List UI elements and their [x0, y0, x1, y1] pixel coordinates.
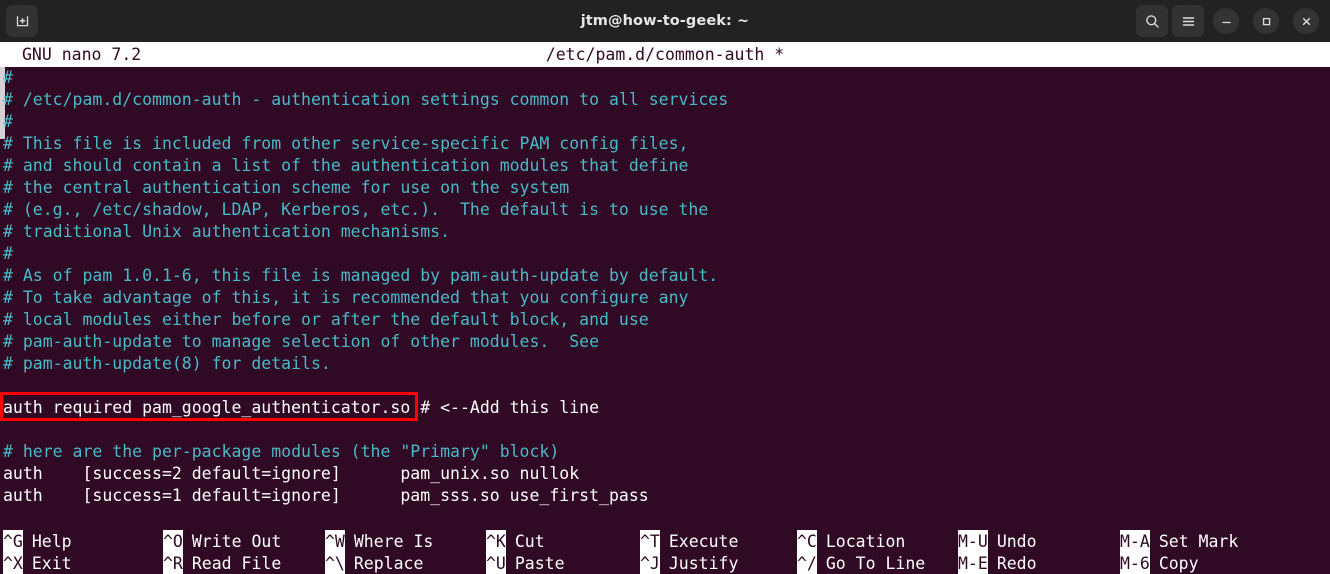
code-line: # (e.g., /etc/shadow, LDAP, Kerberos, et…	[3, 199, 708, 221]
code-line: #	[3, 243, 13, 265]
shortcut-label: Where Is	[353, 532, 434, 551]
code-line: #	[3, 67, 13, 89]
code-line: # /etc/pam.d/common-auth - authenticatio…	[3, 89, 728, 111]
shortcut-help[interactable]: ^G Help	[3, 530, 72, 553]
comment-text: # pam-auth-update to manage selection of…	[3, 332, 600, 351]
code-line: # pam-auth-update(8) for details.	[3, 353, 331, 375]
config-text: auth [success=1 default=ignore] pam_sss.…	[3, 486, 649, 505]
hamburger-menu-icon[interactable]	[1172, 5, 1204, 37]
shortcut-label: Execute	[668, 532, 739, 551]
shortcut-label: Copy	[1158, 554, 1199, 573]
code-line: #	[3, 111, 13, 133]
titlebar-left-controls	[6, 5, 38, 37]
shortcut-go-to-line[interactable]: ^/ Go To Line	[797, 552, 925, 574]
shortcut-label: Exit	[31, 554, 72, 573]
shortcut-key: M-6	[1120, 552, 1150, 574]
close-icon[interactable]	[1293, 8, 1319, 34]
page-title: jtm@how-to-geek: ~	[580, 13, 750, 29]
shortcut-label: Undo	[996, 532, 1037, 551]
nano-header-bar: GNU nano 7.2 /etc/pam.d/common-auth *	[0, 42, 1330, 67]
new-tab-icon[interactable]	[6, 5, 38, 37]
comment-text: # /etc/pam.d/common-auth - authenticatio…	[3, 90, 729, 109]
code-line: # This file is included from other servi…	[3, 133, 688, 155]
code-line: auth [success=1 default=ignore] pam_sss.…	[3, 485, 649, 507]
shortcut-replace[interactable]: ^\ Replace	[325, 552, 423, 574]
code-line: auth [success=2 default=ignore] pam_unix…	[3, 463, 579, 485]
shortcut-label: Redo	[996, 554, 1037, 573]
comment-text: # here are the per-package modules (the …	[3, 442, 560, 461]
code-line: # pam-auth-update to manage selection of…	[3, 331, 599, 353]
comment-text: # (e.g., /etc/shadow, LDAP, Kerberos, et…	[3, 200, 709, 219]
shortcut-redo[interactable]: M-E Redo	[958, 552, 1037, 574]
shortcut-label: Set Mark	[1158, 532, 1239, 551]
comment-text: #	[3, 68, 13, 87]
maximize-icon[interactable]	[1253, 8, 1279, 34]
comment-text: #	[3, 112, 13, 131]
nano-shortcut-bar: ^G Help ^O Write Out ^W Where Is ^K Cut ^T Execut…	[0, 522, 1330, 574]
shortcut-key: M-U	[958, 530, 988, 553]
shortcut-key: ^X	[3, 552, 23, 574]
shortcut-paste[interactable]: ^U Paste	[486, 552, 565, 574]
shortcut-label: Justify	[668, 554, 739, 573]
shortcut-location[interactable]: ^C Location	[797, 530, 905, 553]
code-line: # local modules either before or after t…	[3, 309, 649, 331]
terminal-window: jtm@how-to-geek: ~ GNU nano 7.2 /etc/pam…	[0, 0, 1330, 574]
shortcut-label: Location	[825, 532, 906, 551]
shortcut-where-is[interactable]: ^W Where Is	[325, 530, 433, 553]
nano-filename-label: /etc/pam.d/common-auth *	[545, 45, 785, 64]
shortcut-label: Help	[31, 532, 72, 551]
shortcut-key: ^O	[163, 530, 183, 553]
comment-text: # As of pam 1.0.1-6, this file is manage…	[3, 266, 719, 285]
shortcut-key: ^/	[797, 552, 817, 574]
shortcut-key: ^K	[486, 530, 506, 553]
shortcut-cut[interactable]: ^K Cut	[486, 530, 545, 553]
shortcut-key: ^J	[640, 552, 660, 574]
comment-text: # and should contain a list of the authe…	[3, 156, 689, 175]
shortcut-label: Paste	[514, 554, 565, 573]
shortcut-label: Replace	[353, 554, 424, 573]
code-line: # As of pam 1.0.1-6, this file is manage…	[3, 265, 718, 287]
comment-text: # traditional Unix authentication mechan…	[3, 222, 451, 241]
config-text: auth required pam_google_authenticator.s…	[3, 398, 600, 417]
shortcut-label: Read File	[191, 554, 282, 573]
shortcut-key: ^T	[640, 530, 660, 553]
code-line: # and should contain a list of the authe…	[3, 155, 688, 177]
shortcut-key: M-E	[958, 552, 988, 574]
window-titlebar: jtm@how-to-geek: ~	[0, 0, 1330, 42]
shortcut-key: M-A	[1120, 530, 1150, 553]
code-line: auth required pam_google_authenticator.s…	[3, 397, 599, 419]
code-line: # here are the per-package modules (the …	[3, 441, 559, 463]
titlebar-right-controls	[1136, 5, 1324, 37]
minimize-icon[interactable]	[1213, 8, 1239, 34]
shortcut-key: ^W	[325, 530, 345, 553]
comment-text: # To take advantage of this, it is recom…	[3, 288, 689, 307]
code-line: # traditional Unix authentication mechan…	[3, 221, 450, 243]
shortcut-label: Write Out	[191, 532, 282, 551]
comment-text: # This file is included from other servi…	[3, 134, 689, 153]
shortcut-key: ^R	[163, 552, 183, 574]
comment-text: #	[3, 244, 13, 263]
shortcut-key: ^C	[797, 530, 817, 553]
shortcut-key: ^G	[3, 530, 23, 553]
shortcut-key: ^\	[325, 552, 345, 574]
shortcut-copy[interactable]: M-6 Copy	[1120, 552, 1199, 574]
code-line: # To take advantage of this, it is recom…	[3, 287, 688, 309]
shortcut-key: ^U	[486, 552, 506, 574]
shortcut-read-file[interactable]: ^R Read File	[163, 552, 281, 574]
comment-text: # local modules either before or after t…	[3, 310, 649, 329]
shortcut-write-out[interactable]: ^O Write Out	[163, 530, 281, 553]
config-text: auth [success=2 default=ignore] pam_unix…	[3, 464, 580, 483]
shortcut-set-mark[interactable]: M-A Set Mark	[1120, 530, 1238, 553]
shortcut-execute[interactable]: ^T Execute	[640, 530, 738, 553]
shortcut-exit[interactable]: ^X Exit	[3, 552, 72, 574]
comment-text: # the central authentication scheme for …	[3, 178, 570, 197]
shortcut-justify[interactable]: ^J Justify	[640, 552, 738, 574]
shortcut-label: Cut	[514, 532, 545, 551]
shortcut-undo[interactable]: M-U Undo	[958, 530, 1037, 553]
comment-text: # pam-auth-update(8) for details.	[3, 354, 331, 373]
nano-editor-area[interactable]: # # /etc/pam.d/common-auth - authenticati…	[0, 67, 1330, 522]
shortcut-label: Go To Line	[825, 554, 926, 573]
search-icon[interactable]	[1136, 5, 1168, 37]
code-line: # the central authentication scheme for …	[3, 177, 569, 199]
